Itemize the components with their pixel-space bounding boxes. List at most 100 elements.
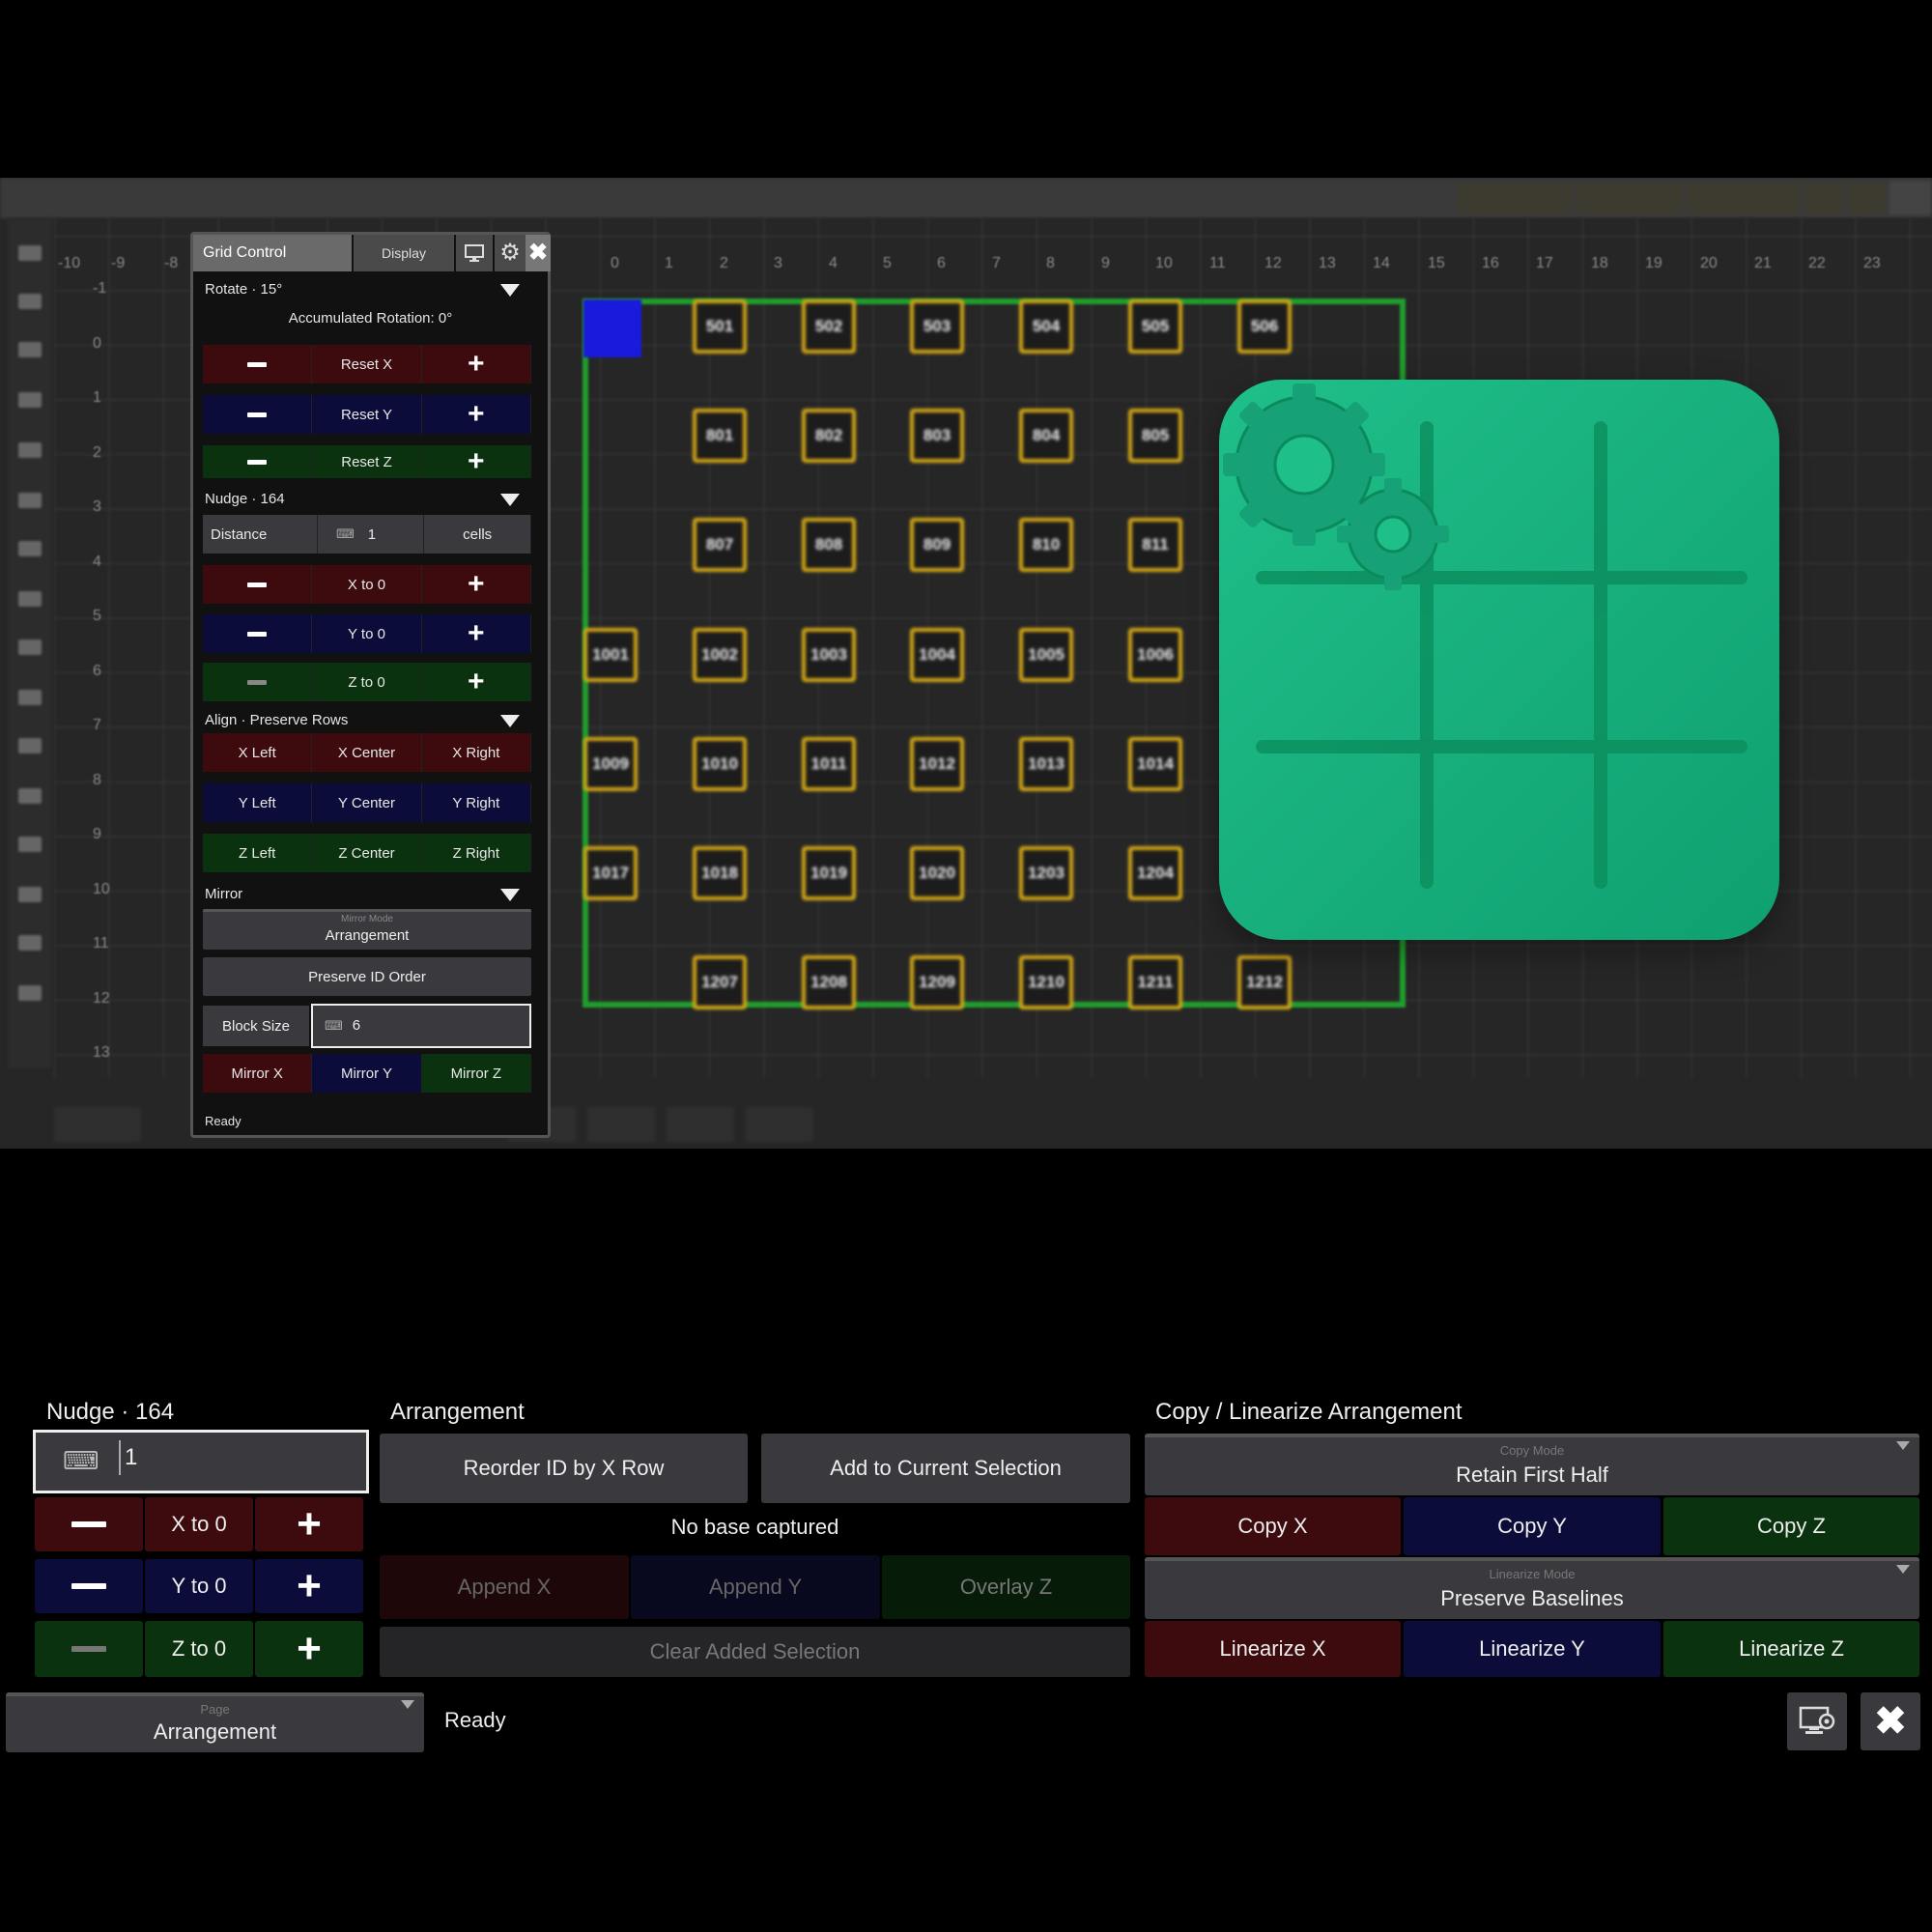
fixture-tile[interactable]: 1004	[910, 628, 964, 682]
fixture-tile[interactable]: 1013	[1019, 737, 1073, 791]
fixture-tile[interactable]: 1017	[583, 846, 638, 900]
copy-mode-dropdown[interactable]: Copy Mode Retain First Half	[1145, 1434, 1919, 1495]
nudge-x-plus-button[interactable]: +	[421, 565, 531, 604]
monitor-icon[interactable]	[456, 235, 493, 271]
toolbar-button[interactable]	[1847, 182, 1886, 214]
fixture-tile[interactable]: 502	[802, 299, 856, 354]
z-minus-button[interactable]	[203, 445, 313, 478]
close-icon[interactable]: ✖	[526, 235, 551, 271]
fixture-tile[interactable]: 1014	[1128, 737, 1182, 791]
bar-button[interactable]	[587, 1107, 655, 1142]
y-center-button[interactable]: Y Center	[312, 783, 422, 822]
reset-y-button[interactable]: Reset Y	[312, 395, 422, 434]
toolbar-button[interactable]	[1457, 182, 1573, 214]
tool-icon[interactable]	[18, 690, 42, 705]
x-plus-button[interactable]: +	[421, 345, 531, 384]
copy-x-button[interactable]: Copy X	[1145, 1497, 1401, 1555]
nudge-y-minus-button[interactable]	[203, 614, 313, 653]
fixture-tile[interactable]: 1210	[1019, 955, 1073, 1009]
fixture-tile[interactable]: 1012	[910, 737, 964, 791]
reset-x-button[interactable]: Reset X	[312, 345, 422, 384]
fixture-tile[interactable]: 1212	[1237, 955, 1292, 1009]
mirror-x-button[interactable]: Mirror X	[203, 1054, 313, 1093]
page-dropdown[interactable]: Page Arrangement	[6, 1692, 424, 1752]
tool-icon[interactable]	[18, 442, 42, 458]
tool-icon[interactable]	[18, 985, 42, 1001]
fixture-tile[interactable]: 807	[693, 518, 747, 572]
copy-z-button[interactable]: Copy Z	[1663, 1497, 1919, 1555]
tool-icon[interactable]	[18, 788, 42, 804]
x-to-0-button[interactable]: X to 0	[312, 565, 422, 604]
setup-button[interactable]	[1889, 182, 1932, 214]
y-right-button[interactable]: Y Right	[421, 783, 531, 822]
linearize-x-button[interactable]: Linearize X	[1145, 1621, 1401, 1677]
tool-icon[interactable]	[18, 245, 42, 261]
copy-y-button[interactable]: Copy Y	[1404, 1497, 1661, 1555]
linearize-mode-dropdown[interactable]: Linearize Mode Preserve Baselines	[1145, 1557, 1919, 1619]
linearize-y-button[interactable]: Linearize Y	[1404, 1621, 1661, 1677]
tool-icon[interactable]	[18, 591, 42, 607]
bar-button[interactable]	[54, 1107, 141, 1142]
collapse-align-icon[interactable]	[500, 715, 520, 727]
tool-icon[interactable]	[18, 837, 42, 852]
z-to-0-button[interactable]: Z to 0	[312, 663, 422, 701]
collapse-nudge-icon[interactable]	[500, 494, 520, 506]
fixture-tile[interactable]: 503	[910, 299, 964, 354]
fixture-tile[interactable]: 1003	[802, 628, 856, 682]
z-right-button[interactable]: Z Right	[421, 834, 531, 872]
y-minus-button[interactable]	[203, 395, 313, 434]
z-center-button[interactable]: Z Center	[312, 834, 422, 872]
nudge-input[interactable]: ⌨ 1	[33, 1430, 369, 1493]
tool-icon[interactable]	[18, 887, 42, 902]
fixture-tile[interactable]: 1207	[693, 955, 747, 1009]
fixture-tile[interactable]: 506	[1237, 299, 1292, 354]
z-plus-button[interactable]: +	[255, 1621, 363, 1677]
add-to-selection-button[interactable]: Add to Current Selection	[761, 1434, 1130, 1503]
collapse-mirror-icon[interactable]	[500, 889, 520, 901]
clear-added-selection-button[interactable]: Clear Added Selection	[380, 1627, 1130, 1677]
fixture-tile[interactable]: 801	[693, 409, 747, 463]
z-to-0-button[interactable]: Z to 0	[145, 1621, 253, 1677]
x-center-button[interactable]: X Center	[312, 733, 422, 772]
nudge-z-plus-button[interactable]: +	[421, 663, 531, 701]
fixture-tile[interactable]: 804	[1019, 409, 1073, 463]
y-to-0-button[interactable]: Y to 0	[312, 614, 422, 653]
collapse-rotate-icon[interactable]	[500, 284, 520, 297]
z-minus-button[interactable]	[35, 1621, 143, 1677]
fixture-tile[interactable]: 1001	[583, 628, 638, 682]
fixture-tile[interactable]: 1211	[1128, 955, 1182, 1009]
fixture-tile[interactable]: 1010	[693, 737, 747, 791]
reorder-id-button[interactable]: Reorder ID by X Row	[380, 1434, 748, 1503]
tool-icon[interactable]	[18, 392, 42, 408]
y-to-0-button[interactable]: Y to 0	[145, 1559, 253, 1613]
fixture-tile[interactable]: 1204	[1128, 846, 1182, 900]
linearize-z-button[interactable]: Linearize Z	[1663, 1621, 1919, 1677]
tab-display[interactable]: Display	[354, 235, 454, 271]
x-right-button[interactable]: X Right	[421, 733, 531, 772]
distance-input[interactable]: ⌨ 1	[317, 515, 425, 554]
x-plus-button[interactable]: +	[255, 1497, 363, 1551]
fixture-tile[interactable]: 805	[1128, 409, 1182, 463]
close-icon[interactable]: ✖	[1861, 1692, 1920, 1750]
fixture-tile[interactable]: 1009	[583, 737, 638, 791]
append-y-button[interactable]: Append Y	[631, 1555, 880, 1619]
mirror-mode-dropdown[interactable]: Mirror Mode Arrangement	[203, 909, 531, 950]
y-plus-button[interactable]: +	[421, 395, 531, 434]
fixture-tile[interactable]: 1002	[693, 628, 747, 682]
nudge-y-plus-button[interactable]: +	[421, 614, 531, 653]
fixture-tile[interactable]: 802	[802, 409, 856, 463]
z-left-button[interactable]: Z Left	[203, 834, 313, 872]
y-minus-button[interactable]	[35, 1559, 143, 1613]
tool-icon[interactable]	[18, 342, 42, 357]
tool-icon[interactable]	[18, 493, 42, 508]
y-plus-button[interactable]: +	[255, 1559, 363, 1613]
toolbar-button[interactable]	[1687, 182, 1801, 214]
block-size-input[interactable]: ⌨ 6	[311, 1004, 531, 1048]
overlay-z-button[interactable]: Overlay Z	[882, 1555, 1130, 1619]
y-left-button[interactable]: Y Left	[203, 783, 313, 822]
fixture-tile[interactable]: 1203	[1019, 846, 1073, 900]
fixture-tile[interactable]: 811	[1128, 518, 1182, 572]
tool-icon[interactable]	[18, 294, 42, 309]
tool-icon[interactable]	[18, 639, 42, 655]
fixture-tile[interactable]: 809	[910, 518, 964, 572]
